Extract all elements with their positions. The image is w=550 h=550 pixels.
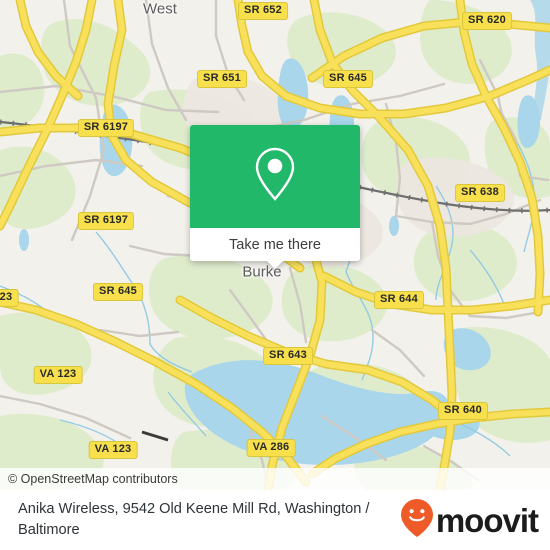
shield-va-123-lower[interactable]: VA 123 — [88, 441, 138, 459]
shield-va-286[interactable]: VA 286 — [246, 439, 296, 457]
shield-sr-638[interactable]: SR 638 — [455, 184, 505, 202]
footer-bar: Anika Wireless, 9542 Old Keene Mill Rd, … — [0, 490, 550, 550]
map-pin-icon — [252, 145, 298, 208]
shield-va-123-upper[interactable]: VA 123 — [33, 366, 83, 384]
moovit-logo[interactable]: moovit — [400, 498, 539, 543]
shield-sr-643[interactable]: SR 643 — [263, 347, 313, 365]
shield-sr-620[interactable]: SR 620 — [462, 12, 512, 30]
location-caption: Anika Wireless, 9542 Old Keene Mill Rd, … — [18, 501, 370, 538]
shield-sr-645-mid[interactable]: SR 645 — [93, 283, 143, 301]
openstreetmap-attribution[interactable]: © OpenStreetMap contributors — [0, 468, 550, 490]
moovit-wordmark: moovit — [435, 501, 539, 539]
popup-pointer-tail — [266, 260, 284, 269]
shield-sr-6197-top[interactable]: SR 6197 — [77, 119, 135, 137]
shield-sr-644[interactable]: SR 644 — [374, 291, 424, 309]
take-me-there-label: Take me there — [229, 236, 321, 253]
location-popup-card[interactable]: Take me there — [190, 125, 360, 269]
take-me-there-button[interactable]: Take me there — [190, 228, 360, 269]
map-screenshot-root: West Burke SR 652 SR 620 SR 651 SR 645 S… — [0, 0, 550, 550]
place-label-west: West — [143, 0, 177, 18]
shield-sr-652[interactable]: SR 652 — [238, 2, 288, 20]
shield-sr-6197-mid[interactable]: SR 6197 — [77, 212, 135, 230]
map-canvas[interactable]: West Burke SR 652 SR 620 SR 651 SR 645 S… — [0, 0, 550, 490]
shield-sr-645-top[interactable]: SR 645 — [323, 70, 373, 88]
moovit-smile-pin-icon — [400, 498, 434, 543]
shield-sr-651[interactable]: SR 651 — [197, 70, 247, 88]
shield-sr-640[interactable]: SR 640 — [438, 402, 488, 420]
popup-image-panel — [190, 125, 360, 228]
shield-va-123-edge[interactable]: 23 — [0, 289, 19, 307]
